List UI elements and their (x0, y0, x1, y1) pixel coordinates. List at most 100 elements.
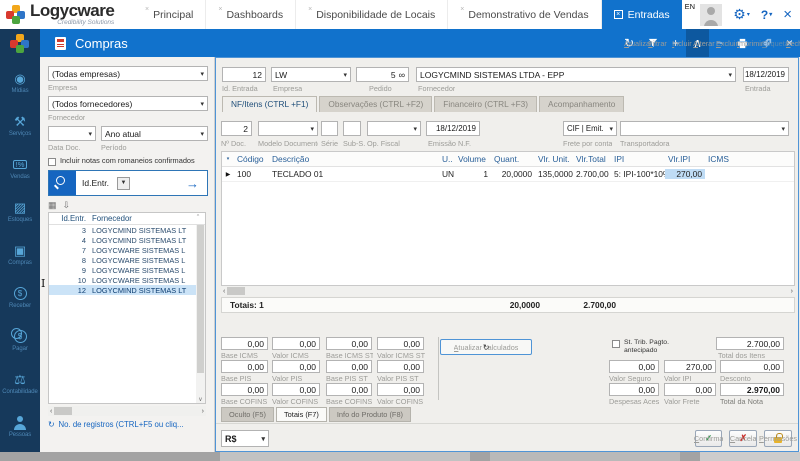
sidebar-item-receber[interactable]: $Receber (0, 277, 40, 318)
fornecedor-select[interactable]: LOGYCMIND SISTEMAS LTDA - EPP (416, 67, 736, 82)
total-dos-itens-field[interactable]: 2.700,00 (716, 337, 784, 350)
sidebar-item-pagar[interactable]: $Pagar (0, 320, 40, 361)
items-grid-horizontal-scrollbar[interactable]: ‹ › (221, 286, 795, 296)
search-button[interactable] (49, 171, 76, 195)
list-item[interactable]: 8LOGYCWARE SISTEMAS L (49, 255, 205, 265)
binoculars-icon[interactable]: ∞ (399, 70, 405, 80)
sub-s-field[interactable] (343, 121, 361, 136)
valor-ipi-field[interactable]: 270,00 (664, 360, 716, 373)
valor-icms-field[interactable]: 0,00 (272, 337, 320, 350)
valor-frete-field[interactable]: 0,00 (664, 383, 716, 396)
scroll-left-icon[interactable]: ‹ (223, 288, 225, 295)
incluir-button[interactable]: +Incluir (665, 29, 686, 57)
despesas-aces-field[interactable]: 0,00 (609, 383, 659, 396)
entrada-date-field[interactable]: 18/12/2019 (743, 67, 789, 82)
tab-nf-itens[interactable]: NF/Itens (CTRL +F1) (222, 96, 317, 112)
column-header-vlr-unit[interactable]: Vlr. Unit. (535, 154, 573, 164)
st-trib-checkbox[interactable] (612, 340, 620, 348)
sidebar-logo-icon[interactable] (10, 34, 29, 53)
grid-filter-icon[interactable]: ▾ (222, 156, 234, 162)
scroll-left-icon[interactable]: ‹ (50, 408, 52, 415)
base-icms-field[interactable]: 0,00 (221, 337, 268, 350)
column-header-codigo[interactable]: Código (234, 154, 269, 164)
serie-field[interactable] (321, 121, 338, 136)
base-cofins-field[interactable]: 0,00 (221, 383, 268, 396)
desconto-field[interactable]: 0,00 (720, 360, 784, 373)
boxed-close-icon[interactable]: × (614, 10, 623, 19)
frete-por-conta-select[interactable]: CIF | Emit. (563, 121, 617, 136)
help-icon[interactable]: ?▾ (761, 8, 772, 22)
base-icms-st-field[interactable]: 0,00 (326, 337, 372, 350)
transportadora-select[interactable] (620, 121, 789, 136)
tab-close-icon[interactable]: × (218, 6, 222, 13)
saved-filters-icon[interactable]: ⇩ (63, 200, 71, 211)
base-pis-st-field[interactable]: 0,00 (326, 360, 372, 373)
tab-disponibilidade-de-locais[interactable]: ×Disponibilidade de Locais (296, 0, 448, 29)
sidebar-item-vendas[interactable]: !%Vendas (0, 148, 40, 189)
list-item[interactable]: 10LOGYCWARE SISTEMAS L (49, 275, 205, 285)
tab-info-produto[interactable]: Info do Produto (F8) (329, 407, 411, 422)
etiquetas-button[interactable]: Etiquetas (755, 29, 779, 57)
valor-pis-st-field[interactable]: 0,00 (377, 360, 424, 373)
list-item[interactable]: 9LOGYCWARE SISTEMAS L (49, 265, 205, 275)
tab-close-icon[interactable]: × (308, 6, 312, 13)
valor-icms-st-field[interactable]: 0,00 (377, 337, 424, 350)
confirma-button[interactable]: ✓Confirma (695, 430, 723, 447)
emissao-nf-field[interactable]: 18/12/2019 (426, 121, 480, 136)
scrollbar-thumb[interactable] (197, 225, 204, 373)
atualizar-button[interactable]: ↻Atualizar (617, 29, 641, 57)
tab-financeiro[interactable]: Financeiro (CTRL +F3) (434, 96, 537, 112)
scrollbar-thumb[interactable] (227, 287, 245, 295)
tab-close-icon[interactable]: × (460, 6, 464, 13)
table-row[interactable]: ▶ 100 TECLADO 01 UN 1 20,0000 135,0000 2… (222, 167, 794, 182)
column-header-vlr-ipi[interactable]: Vlr.IPI (665, 154, 705, 164)
modelo-documento-select[interactable] (258, 121, 318, 136)
column-header-descricao[interactable]: Descrição (269, 154, 439, 164)
list-item[interactable]: 3LOGYCMIND SISTEMAS LT (49, 225, 205, 235)
sidebar-item-estoques[interactable]: ▨Estoques (0, 191, 40, 232)
empresa-filter-select[interactable]: (Todas empresas) (48, 66, 208, 81)
column-header-vlr-total[interactable]: Vlr.Total (573, 154, 611, 164)
id-entrada-field[interactable]: 12 (222, 67, 266, 82)
sidebar-item-pessoas[interactable]: Pessoas (0, 406, 40, 447)
list-item[interactable]: 4LOGYCMIND SISTEMAS LT (49, 235, 205, 245)
records-count-link[interactable]: ↻ No. de registros (CTRL+F5 ou cliq... (48, 420, 184, 429)
tab-principal[interactable]: ×Principal (133, 0, 206, 29)
user-avatar[interactable] (700, 4, 722, 26)
tab-observacoes[interactable]: Observações (CTRL +F2) (319, 96, 432, 112)
sidebar-item-contabilidade[interactable]: ⚖Contabilidade (0, 363, 40, 404)
scroll-right-icon[interactable]: › (791, 288, 793, 295)
cell-vlr-ipi-selected[interactable]: 270,00 (665, 169, 705, 179)
fornecedor-filter-select[interactable]: (Todos fornecedores) (48, 96, 208, 111)
valor-pis-field[interactable]: 0,00 (272, 360, 320, 373)
cancela-button[interactable]: ✗Cancela (729, 430, 757, 447)
op-fiscal-select[interactable] (367, 121, 421, 136)
settings-gear-icon[interactable]: ⚙▾ (733, 6, 750, 23)
valor-cofins-field[interactable]: 0,00 (272, 383, 320, 396)
list-vertical-scrollbar[interactable]: ∨ (196, 225, 205, 403)
empresa-select[interactable]: LW (271, 67, 351, 82)
column-header-quant[interactable]: Quant. (491, 154, 535, 164)
scroll-right-icon[interactable]: › (202, 408, 204, 415)
sidebar-item-servicos[interactable]: ⚒Serviços (0, 105, 40, 146)
list-item[interactable]: 7LOGYCWARE SISTEMAS L (49, 245, 205, 255)
column-header-fornecedor[interactable]: Fornecedor (89, 214, 191, 223)
sort-ascending-icon[interactable]: ˆ (191, 215, 205, 222)
column-header-ipi[interactable]: IPI (611, 154, 665, 164)
sidebar-item-compras[interactable]: ▣Compras (0, 234, 40, 275)
valor-cofins-st-field[interactable]: 0,00 (377, 383, 424, 396)
romaneios-checkbox[interactable] (48, 158, 56, 166)
permissoes-button[interactable]: Permissões (764, 430, 792, 447)
scroll-down-icon[interactable]: ∨ (196, 396, 205, 403)
search-go-arrow-icon[interactable]: → (186, 176, 199, 191)
tab-demonstrativo-de-vendas[interactable]: ×Demonstrativo de Vendas (448, 0, 601, 29)
tab-oculto[interactable]: Oculto (F5) (221, 407, 274, 422)
sidebar-item-midias[interactable]: ◉Mídias (0, 62, 40, 103)
column-header-volume[interactable]: Volume (455, 154, 491, 164)
list-horizontal-scrollbar[interactable]: ‹ › (48, 406, 206, 416)
column-header-icms[interactable]: ICMS (705, 154, 745, 164)
tab-dashboards[interactable]: ×Dashboards (206, 0, 296, 29)
atualizar-calculados-button[interactable]: ↻ Atualizar calculados (440, 339, 532, 355)
valor-seguro-field[interactable]: 0,00 (609, 360, 659, 373)
n-doc-field[interactable]: 2 (221, 121, 252, 136)
